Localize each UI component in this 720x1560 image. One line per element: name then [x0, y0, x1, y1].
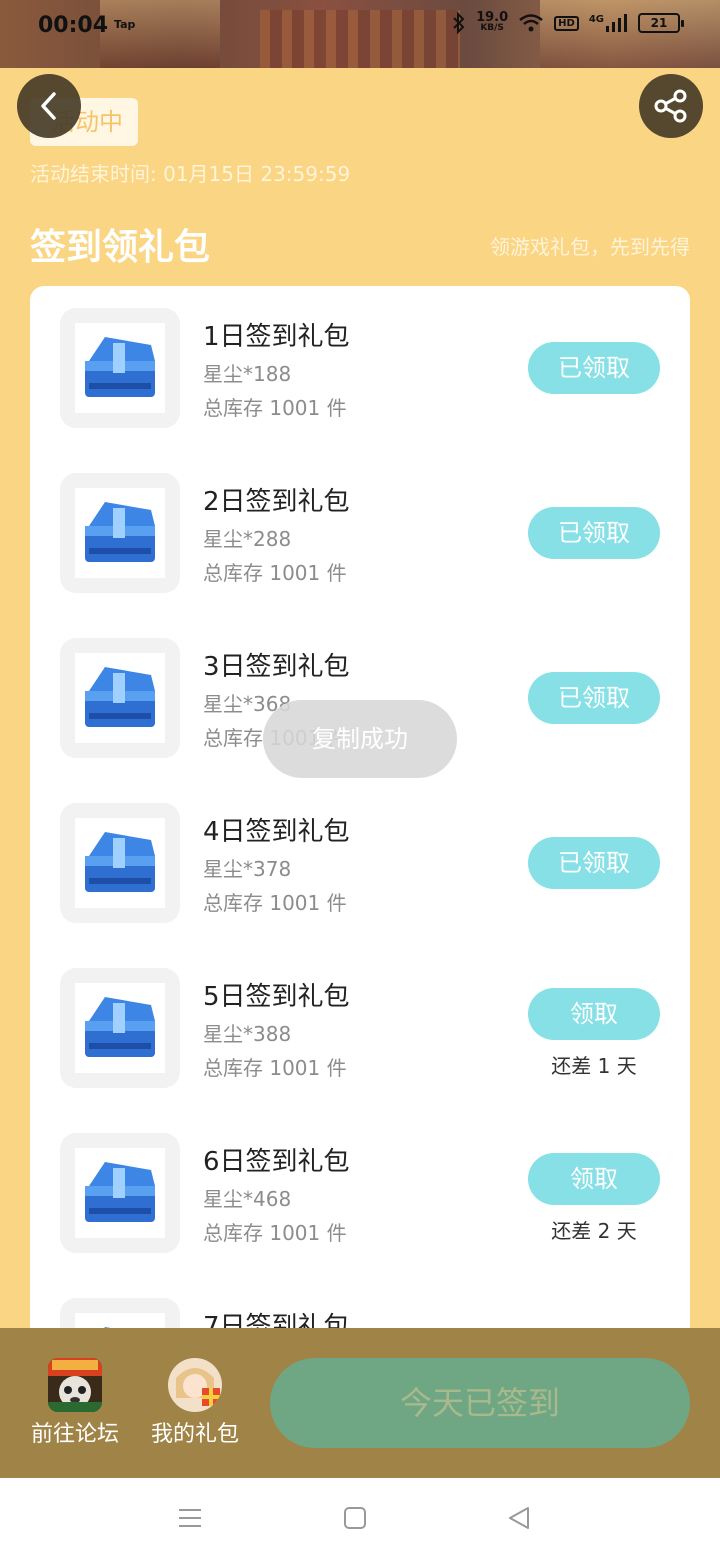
header-art — [540, 0, 720, 68]
gift-row: 5日签到礼包 星尘*388 总库存 1001 件 领取 还差 1 天 — [30, 946, 690, 1111]
forum-label: 前往论坛 — [30, 1422, 119, 1447]
bottom-action-bar: 前往论坛 我的礼包 今天已签到 — [0, 1328, 720, 1478]
claimed-button[interactable]: 已领取 — [528, 672, 660, 724]
gift-name: 1日签到礼包 — [203, 322, 350, 352]
gift-name: 3日签到礼包 — [203, 652, 350, 682]
section-title: 签到领礼包 — [30, 227, 211, 268]
days-remaining: 还差 2 天 — [551, 1219, 637, 1243]
back-icon — [41, 92, 56, 120]
back-triangle-icon[interactable] — [505, 1504, 533, 1532]
share-button[interactable] — [639, 74, 703, 138]
net-speed: 19.0 KB/S — [476, 10, 509, 34]
gift-box-icon — [75, 488, 165, 578]
gift-box-icon — [75, 1148, 165, 1238]
gift-thumbnail — [60, 473, 180, 593]
gift-stock: 总库存 1001 件 — [203, 1056, 347, 1080]
gift-stock: 总库存 1001 件 — [203, 1221, 347, 1245]
gift-list: 1日签到礼包 星尘*188 总库存 1001 件 已领取 2日签到礼包 星尘*2… — [30, 286, 690, 1346]
gift-content: 星尘*188 — [203, 362, 292, 386]
home-icon[interactable] — [341, 1504, 369, 1532]
battery-icon: 21 — [638, 13, 684, 33]
wifi-icon — [519, 14, 543, 32]
days-remaining: 还差 1 天 — [551, 1054, 637, 1078]
gift-row: 4日签到礼包 星尘*378 总库存 1001 件 已领取 — [30, 781, 690, 946]
gift-thumbnail — [60, 803, 180, 923]
gift-name: 2日签到礼包 — [203, 487, 350, 517]
gift-thumbnail — [60, 638, 180, 758]
status-time: 00:04 — [38, 13, 109, 38]
gift-box-icon — [75, 983, 165, 1073]
my-gift-avatar-icon — [168, 1358, 222, 1412]
gift-content: 星尘*468 — [203, 1187, 292, 1211]
gift-stock: 总库存 1001 件 — [203, 561, 347, 585]
claimed-button[interactable]: 已领取 — [528, 342, 660, 394]
net-speed-value: 19.0 — [476, 10, 509, 25]
gift-box-icon — [75, 323, 165, 413]
network-type: 4G — [588, 14, 604, 25]
gift-name: 6日签到礼包 — [203, 1147, 350, 1177]
gift-thumbnail — [60, 968, 180, 1088]
net-speed-unit: KB/S — [480, 23, 504, 33]
bluetooth-icon — [453, 12, 465, 34]
my-gifts-button[interactable]: 我的礼包 — [145, 1358, 245, 1448]
toast-copied: 复制成功 — [263, 700, 457, 778]
activity-end-time: 活动结束时间: 01月15日 23:59:59 — [30, 162, 351, 186]
header-art — [260, 10, 460, 68]
gift-row: 2日签到礼包 星尘*288 总库存 1001 件 已领取 — [30, 451, 690, 616]
checked-in-button[interactable]: 今天已签到 — [270, 1358, 690, 1448]
gift-thumbnail — [60, 1133, 180, 1253]
gift-stock: 总库存 1001 件 — [203, 396, 347, 420]
hd-icon: HD — [554, 15, 579, 31]
gift-content: 星尘*388 — [203, 1022, 292, 1046]
status-bar: 00:04 Tap 19.0 KB/S HD 4G 21 — [0, 0, 720, 68]
forum-game-icon — [48, 1358, 102, 1412]
status-icons: 19.0 KB/S HD 4G 21 — [452, 10, 684, 34]
gift-row: 6日签到礼包 星尘*468 总库存 1001 件 领取 还差 2 天 — [30, 1111, 690, 1276]
signal-icon — [606, 14, 627, 32]
claimed-button[interactable]: 已领取 — [528, 507, 660, 559]
header-art — [100, 0, 220, 68]
signal-group: 4G — [589, 14, 628, 32]
system-nav-bar — [0, 1478, 720, 1560]
share-icon — [654, 89, 687, 123]
my-gifts-label: 我的礼包 — [150, 1422, 239, 1447]
claim-button[interactable]: 领取 — [528, 988, 660, 1040]
gift-name: 4日签到礼包 — [203, 817, 350, 847]
menu-icon[interactable] — [176, 1504, 204, 1532]
gift-stock: 总库存 1001 件 — [203, 891, 347, 915]
section-subtitle: 领游戏礼包，先到先得 — [490, 235, 690, 259]
gift-content: 星尘*288 — [203, 527, 292, 551]
gift-box-icon — [75, 653, 165, 743]
claimed-button[interactable]: 已领取 — [528, 837, 660, 889]
gift-box-icon — [75, 818, 165, 908]
back-button[interactable] — [17, 74, 81, 138]
gift-content: 星尘*378 — [203, 857, 292, 881]
gift-row: 1日签到礼包 星尘*188 总库存 1001 件 已领取 — [30, 286, 690, 451]
tap-badge: Tap — [114, 18, 136, 31]
forum-button[interactable]: 前往论坛 — [25, 1358, 125, 1448]
gift-thumbnail — [60, 308, 180, 428]
gift-name: 5日签到礼包 — [203, 982, 350, 1012]
claim-button[interactable]: 领取 — [528, 1153, 660, 1205]
